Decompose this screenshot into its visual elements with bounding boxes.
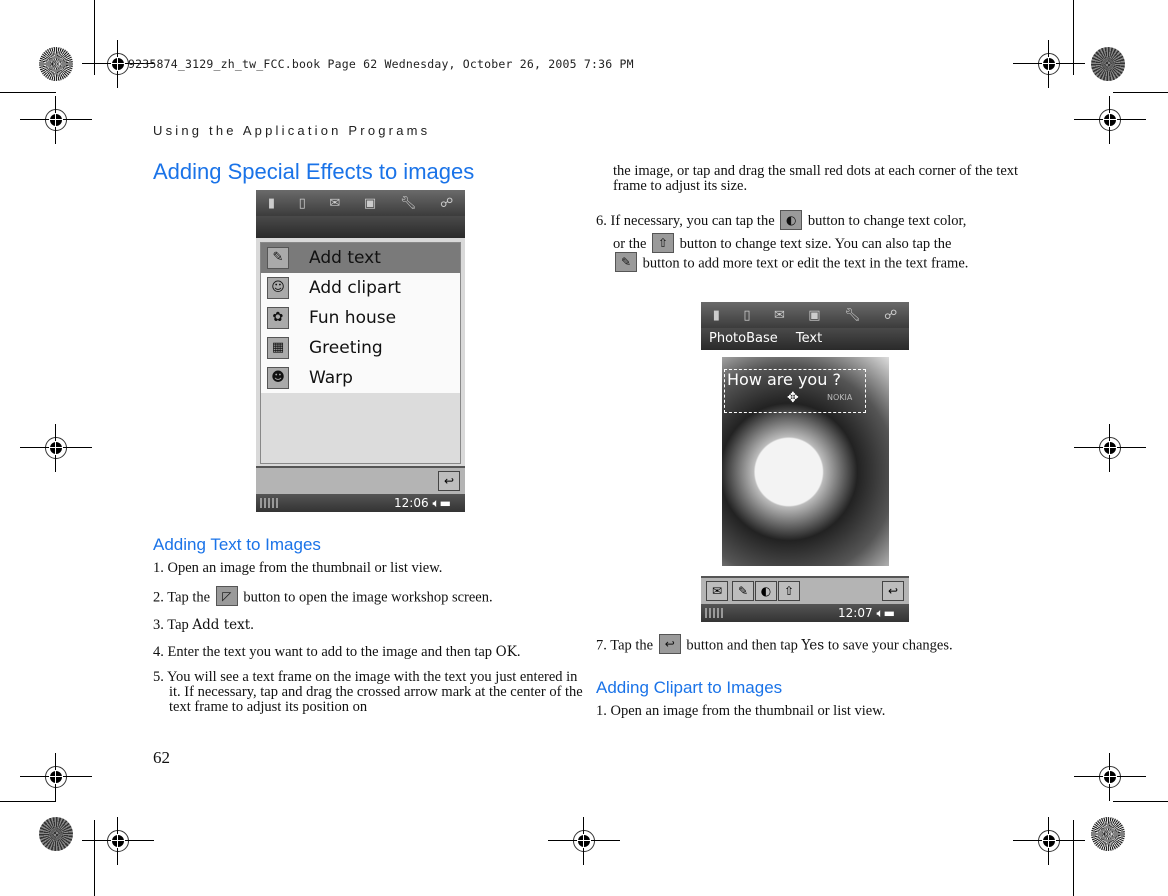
- back-button[interactable]: ↩: [438, 471, 460, 491]
- text-color-button[interactable]: ◐: [755, 581, 777, 601]
- photo-caption: How are you ?: [727, 370, 841, 389]
- registration-mark-icon: [1013, 40, 1085, 88]
- fun-house-icon: ✿: [267, 307, 289, 329]
- app-icon-bar: ▮ ▯ ✉ ▣ 🔧︎ ☍: [256, 190, 465, 216]
- connect-icon[interactable]: ☍: [884, 308, 897, 323]
- softkey-bar: ↩: [256, 466, 465, 494]
- phone-screen-text-edit: ▮ ▯ ✉ ▣ 🔧︎ ☍ PhotoBase Text How are you …: [701, 302, 909, 622]
- text-frame[interactable]: How are you ? ✥: [724, 369, 866, 413]
- volume-icon: 🔈︎▬: [432, 496, 451, 510]
- signal-icon: [260, 498, 280, 508]
- edited-photo: How are you ? ✥ NOKIA: [722, 357, 889, 566]
- signal-icon: [705, 608, 725, 618]
- step-6: 6. If necessary, you can tap the ◐ butto…: [596, 209, 1026, 256]
- status-bar: 12:06 🔈︎▬: [256, 494, 465, 512]
- menu-item-add-clipart[interactable]: ☺ Add clipart: [261, 273, 460, 303]
- registration-mark-icon: [1074, 424, 1146, 472]
- registration-mark-icon: [20, 96, 92, 144]
- app-icon-bar: ▮ ▯ ✉ ▣ 🔧︎ ☍: [701, 302, 909, 328]
- status-bar: 12:07 🔈︎▬: [701, 604, 909, 622]
- registration-mark-icon: [82, 817, 154, 865]
- running-head: Using the Application Programs: [153, 123, 431, 138]
- back-button-icon: ↩: [658, 634, 681, 654]
- text-size-button-icon: ⇧: [652, 232, 675, 253]
- menu-item-add-text[interactable]: ✎ Add text: [261, 243, 460, 273]
- edit-text-button-icon: ✎: [615, 252, 637, 272]
- edit-text-button[interactable]: ✎: [732, 581, 754, 601]
- mail-icon[interactable]: ✉: [774, 308, 785, 323]
- add-clipart-icon: ☺: [267, 277, 289, 299]
- step-4: 4. Enter the text you want to add to the…: [153, 644, 521, 660]
- menu-item-greeting[interactable]: ▦ Greeting: [261, 333, 460, 363]
- volume-icon: 🔈︎▬: [876, 606, 895, 620]
- registration-mark-icon: [1013, 817, 1085, 865]
- step-5-continued: the image, or tap and drag the small red…: [613, 163, 1019, 194]
- star-target-icon: [1091, 47, 1125, 81]
- registration-mark-icon: [20, 424, 92, 472]
- step-1: 1. Open an image from the thumbnail or l…: [153, 560, 443, 576]
- phone-screen-effects-menu: ▮ ▯ ✉ ▣ 🔧︎ ☍ ✎ Add text ☺ Add clipart ✿ …: [256, 190, 465, 512]
- doc-icon[interactable]: ▯: [743, 308, 750, 323]
- send-button[interactable]: ✉: [706, 581, 728, 601]
- step-3: 3. Tap Add text.: [153, 617, 254, 633]
- step-6-continued: ✎ button to add more text or edit the te…: [613, 252, 993, 272]
- calendar-icon[interactable]: ▣: [808, 308, 820, 323]
- registration-mark-icon: [548, 817, 620, 865]
- star-target-icon: [39, 817, 73, 851]
- title-text: Text: [795, 331, 823, 346]
- registration-mark-icon: [1074, 753, 1146, 801]
- section-title: Adding Special Effects to images: [153, 159, 475, 184]
- wrench-icon[interactable]: 🔧︎: [844, 308, 861, 323]
- effects-menu: ✎ Add text ☺ Add clipart ✿ Fun house ▦ G…: [260, 242, 461, 394]
- step-2: 2. Tap the ◸ button to open the image wo…: [153, 586, 573, 606]
- menu-item-warp[interactable]: ☻ Warp: [261, 363, 460, 393]
- step-5: 5. You will see a text frame on the imag…: [153, 669, 583, 715]
- registration-mark-icon: [1074, 96, 1146, 144]
- watermark: NOKIA: [827, 393, 853, 402]
- clock: 12:06: [394, 496, 429, 510]
- star-target-icon: [1091, 817, 1125, 851]
- print-slug: 9235874_3129_zh_tw_FCC.book Page 62 Wedn…: [128, 57, 634, 71]
- add-text-icon: ✎: [267, 247, 289, 269]
- title-bar: PhotoBase Text: [701, 328, 909, 350]
- back-button[interactable]: ↩: [882, 581, 904, 601]
- mail-icon[interactable]: ✉: [329, 196, 340, 211]
- clock: 12:07: [838, 606, 873, 620]
- step-7: 7. Tap the ↩ button and then tap Yes to …: [596, 634, 1026, 654]
- workshop-button-icon: ◸: [215, 586, 238, 606]
- text-size-button[interactable]: ⇧: [778, 581, 800, 601]
- ok-label: OK: [495, 644, 517, 660]
- page-number: 62: [153, 748, 170, 767]
- star-target-icon: [39, 47, 73, 81]
- phone-icon[interactable]: ▮: [268, 196, 275, 211]
- greeting-icon: ▦: [267, 337, 289, 359]
- add-text-label: Add text: [192, 617, 251, 633]
- subsection-title-add-clipart: Adding Clipart to Images: [596, 678, 783, 697]
- title-bar: [256, 216, 465, 238]
- warp-icon: ☻: [267, 367, 289, 389]
- move-handle-icon[interactable]: ✥: [787, 388, 799, 408]
- calendar-icon[interactable]: ▣: [364, 196, 376, 211]
- phone-icon[interactable]: ▮: [713, 308, 720, 323]
- softkey-bar: ✉ ✎ ◐ ⇧ ↩: [701, 576, 909, 604]
- subsection-title-add-text: Adding Text to Images: [153, 535, 321, 554]
- connect-icon[interactable]: ☍: [440, 196, 453, 211]
- doc-icon[interactable]: ▯: [299, 196, 306, 211]
- clipart-step-1: 1. Open an image from the thumbnail or l…: [596, 703, 886, 719]
- text-color-button-icon: ◐: [780, 209, 803, 230]
- registration-mark-icon: [82, 40, 154, 88]
- title-photobase: PhotoBase: [709, 331, 778, 346]
- registration-mark-icon: [20, 753, 92, 801]
- wrench-icon[interactable]: 🔧︎: [400, 196, 417, 211]
- menu-item-fun-house[interactable]: ✿ Fun house: [261, 303, 460, 333]
- yes-label: Yes: [801, 637, 825, 654]
